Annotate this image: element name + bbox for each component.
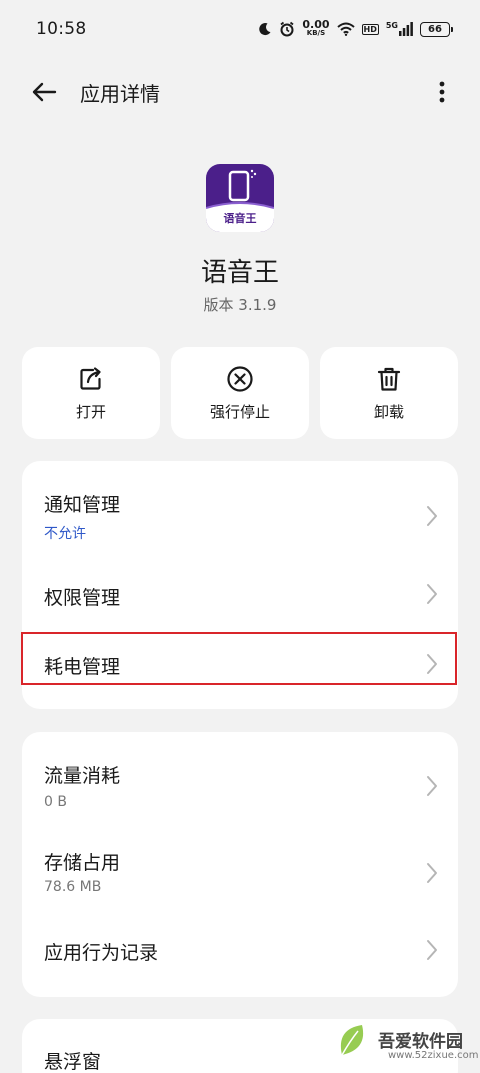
- alarm-icon: [279, 21, 295, 37]
- net-speed-value: 0.00: [302, 18, 330, 31]
- uninstall-button[interactable]: 卸载: [320, 347, 458, 439]
- hd-badge: HD: [361, 23, 379, 35]
- usage-card: 流量消耗 0 B 存储占用 78.6 MB 应用行为记录: [22, 732, 458, 997]
- chevron-right-icon: [427, 584, 437, 604]
- app-version-label: 版本 3.1.9: [203, 296, 277, 314]
- chevron-right-icon: [427, 654, 437, 674]
- chevron-right-icon: [427, 776, 437, 796]
- list-item-notification[interactable]: 通知管理 不允许: [22, 461, 458, 569]
- data-usage-value: 0 B: [44, 794, 67, 810]
- force-stop-button-label: 强行停止: [209, 402, 270, 421]
- back-button[interactable]: [28, 76, 60, 108]
- net-speed-unit: KB/S: [306, 29, 326, 37]
- chevron-right-icon: [427, 506, 437, 526]
- status-icons: 0.00 KB/S HD 5G 66: [258, 18, 453, 38]
- chevron-right-icon: [427, 863, 437, 883]
- storage-value: 78.6 MB: [44, 879, 102, 895]
- notification-title: 通知管理: [44, 494, 121, 516]
- floating-window-title: 悬浮窗: [44, 1051, 102, 1073]
- data-usage-title: 流量消耗: [44, 765, 121, 787]
- trash-icon: [377, 367, 401, 391]
- page-title: 应用详情: [80, 82, 160, 106]
- management-card: 通知管理 不允许 权限管理 耗电管理: [22, 461, 458, 709]
- more-vertical-icon: [439, 81, 445, 103]
- app-icon-text: 语音王: [224, 211, 257, 225]
- moon-icon: [258, 22, 272, 36]
- more-options-button[interactable]: [434, 76, 450, 108]
- open-external-icon: [80, 366, 101, 390]
- wifi-icon: [336, 22, 355, 36]
- status-time: 10:58: [36, 19, 87, 39]
- net-speed: 0.00 KB/S: [302, 18, 330, 38]
- force-stop-button[interactable]: 强行停止: [171, 347, 309, 439]
- status-bar: 10:58 0.00 KB/S HD 5G 66: [0, 0, 480, 58]
- app-behavior-title: 应用行为记录: [44, 942, 159, 964]
- app-version: 版本 3.1.9: [0, 294, 480, 315]
- list-item-app-behavior[interactable]: 应用行为记录: [22, 916, 458, 980]
- storage-title: 存储占用: [44, 852, 121, 874]
- watermark-line1: 吾爱软件园: [378, 1032, 463, 1052]
- signal-type: 5G: [385, 21, 398, 30]
- signal-icon: 5G: [386, 22, 413, 36]
- chevron-right-icon: [427, 940, 437, 960]
- uninstall-button-label: 卸载: [373, 402, 404, 421]
- permissions-title: 权限管理: [44, 587, 121, 609]
- open-button[interactable]: 打开: [22, 347, 160, 439]
- force-stop-icon: [227, 365, 253, 392]
- notification-status: 不允许: [44, 526, 86, 542]
- site-watermark: 吾爱软件园 www.52zixue.com: [340, 1005, 479, 1069]
- list-item-battery-usage[interactable]: 耗电管理: [22, 633, 458, 693]
- list-item-data-usage[interactable]: 流量消耗 0 B: [22, 732, 458, 828]
- open-button-label: 打开: [75, 402, 106, 421]
- app-bar: 应用详情: [0, 62, 480, 120]
- watermark-line2: www.52zixue.com: [388, 1050, 479, 1061]
- list-item-storage[interactable]: 存储占用 78.6 MB: [22, 828, 458, 916]
- battery-indicator: 66: [420, 21, 453, 37]
- battery-usage-title: 耗电管理: [44, 656, 121, 678]
- app-icon: 语音王: [206, 164, 274, 232]
- back-arrow-icon: [32, 82, 57, 102]
- app-name: 语音王: [200, 258, 279, 288]
- list-item-permissions[interactable]: 权限管理: [22, 569, 458, 633]
